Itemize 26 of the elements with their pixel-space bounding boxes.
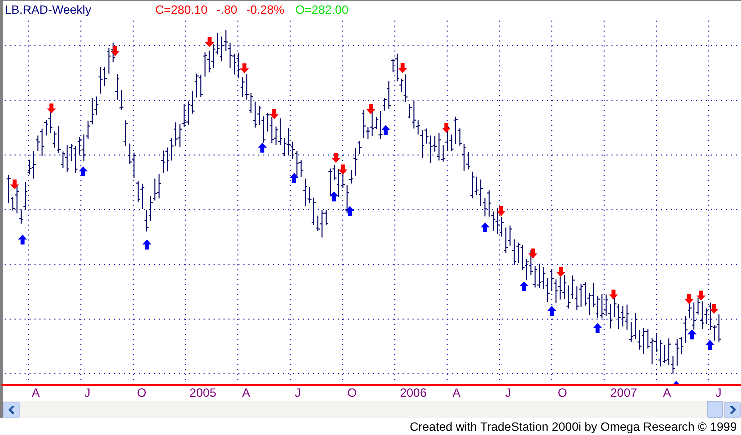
axis-label: J <box>295 386 301 401</box>
axis-label: A <box>452 386 461 401</box>
close-price: C=280.10 <box>155 3 208 17</box>
axis-label: O <box>348 386 357 401</box>
axis-label: A <box>663 386 672 401</box>
axis-label: J <box>716 386 722 401</box>
chevron-left-icon <box>8 406 16 414</box>
percent-change: -0.28% <box>246 3 285 17</box>
scroll-right-button[interactable] <box>724 402 741 418</box>
open-price: O=282.00 <box>296 3 349 17</box>
horizontal-scrollbar[interactable] <box>0 401 741 418</box>
axis-label: 2005 <box>190 386 216 401</box>
axis-label: A <box>32 386 40 401</box>
chevron-right-icon <box>728 406 736 414</box>
scroll-thumb[interactable] <box>707 401 723 418</box>
axis-label: 2006 <box>400 386 427 401</box>
axis-label: J <box>505 386 512 401</box>
axis-label: 2007 <box>610 386 638 401</box>
axis-label: A <box>242 386 250 401</box>
symbol-title: LB.RAD-Weekly <box>5 3 92 17</box>
axis-label: O <box>137 386 147 401</box>
axis-label: O <box>558 386 568 401</box>
footer-credit: Created with TradeStation 2000i by Omega Research © 1999 <box>410 420 737 434</box>
price-change: -.80 <box>216 3 238 17</box>
scroll-left-button[interactable] <box>3 402 20 418</box>
axis-label: J <box>84 386 91 401</box>
